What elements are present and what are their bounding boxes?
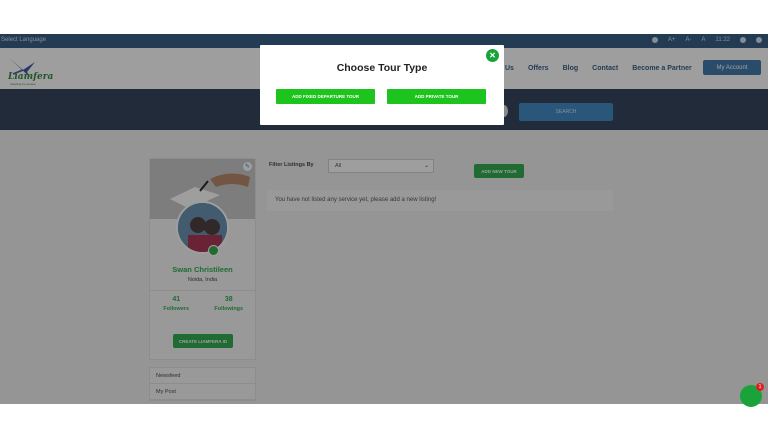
close-icon[interactable]: ✕	[486, 49, 499, 62]
add-private-tour-button[interactable]: ADD PRIVATE TOUR	[387, 89, 486, 104]
private-tour-label: ADD PRIVATE TOUR	[414, 94, 459, 99]
page-canvas: Select Language A+ A- A 11:22 Liamfera t…	[0, 0, 768, 438]
chat-badge: 1	[756, 383, 764, 391]
add-fixed-departure-tour-button[interactable]: ADD FIXED DEPARTURE TOUR	[276, 89, 375, 104]
tour-type-modal: Choose Tour Type ✕ ADD FIXED DEPARTURE T…	[260, 45, 504, 125]
modal-title: Choose Tour Type	[336, 62, 428, 74]
fixed-departure-label: ADD FIXED DEPARTURE TOUR	[291, 94, 360, 99]
